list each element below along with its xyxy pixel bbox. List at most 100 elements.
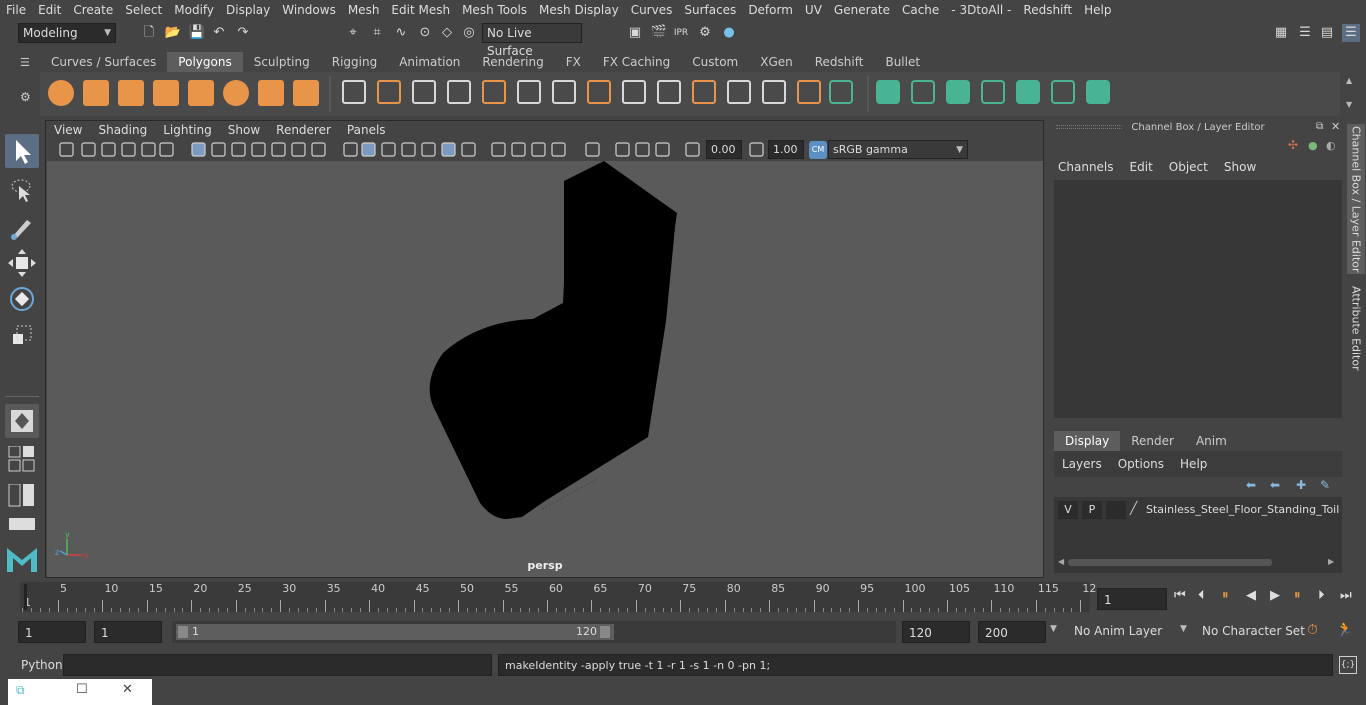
layer-list-scrollbar[interactable]: ◀ ▶ xyxy=(1058,557,1338,569)
layer-type-toggle[interactable] xyxy=(1106,501,1126,519)
viewport-tool-30-icon[interactable] xyxy=(749,142,764,157)
transform-axis-icon[interactable]: ✣ xyxy=(1288,138,1298,152)
layout-icon[interactable]: ☰ xyxy=(1296,24,1314,42)
go-to-start-icon[interactable]: ⏮ xyxy=(1174,588,1186,603)
snap-surface-icon[interactable]: ◎ xyxy=(460,24,478,42)
scene-start-field[interactable]: 1 xyxy=(18,621,86,643)
anim-layer-dropdown[interactable]: ▼ No Anim Layer xyxy=(1050,624,1192,642)
menu-mesh-display[interactable]: Mesh Display xyxy=(533,3,625,17)
viewport-tool-26-icon[interactable] xyxy=(615,142,630,157)
poly-plane-icon[interactable] xyxy=(188,80,214,106)
layer-menu-help[interactable]: Help xyxy=(1172,457,1215,471)
redo-icon[interactable]: ↷ xyxy=(234,24,252,42)
prev-key-icon[interactable]: ⏸ xyxy=(1222,588,1229,603)
viewport-tool-16-icon[interactable] xyxy=(381,142,396,157)
shelf-tool-2-icon[interactable] xyxy=(876,80,900,104)
menu-file[interactable]: File xyxy=(0,3,32,17)
viewport-tool-21-icon[interactable] xyxy=(491,142,506,157)
layer-menu-options[interactable]: Options xyxy=(1110,457,1172,471)
color-management-icon[interactable]: CM xyxy=(809,141,827,159)
open-scene-icon[interactable]: 📂 xyxy=(164,24,182,42)
layer-row[interactable]: V P ╱ Stainless_Steel_Floor_Standing_Toi… xyxy=(1058,501,1340,519)
shelf-scroll-down-icon[interactable]: ▼ xyxy=(1346,100,1352,109)
tab-channel-box[interactable]: Channel Box / Layer Editor xyxy=(1347,124,1365,274)
viewport-tool-14-icon[interactable] xyxy=(343,142,358,157)
menu-select[interactable]: Select xyxy=(119,3,168,17)
layer-visibility-toggle[interactable]: V xyxy=(1058,501,1078,519)
range-slider[interactable]: 1 120 xyxy=(172,621,896,643)
mirror-icon[interactable] xyxy=(517,80,541,104)
menu-cache[interactable]: Cache xyxy=(896,3,945,17)
viewport-menu-lighting[interactable]: Lighting xyxy=(155,123,220,137)
scroll-right-icon[interactable]: ▶ xyxy=(1328,557,1334,566)
shelf-tool-7-icon[interactable] xyxy=(1051,80,1075,104)
play-forward-icon[interactable]: ▶ xyxy=(1270,588,1280,603)
extract-icon[interactable] xyxy=(412,80,436,104)
shelf-tab-curves-surfaces[interactable]: Curves / Surfaces xyxy=(40,52,167,72)
range-start-handle[interactable] xyxy=(178,626,188,638)
shelf-tool-6-icon[interactable] xyxy=(1016,80,1040,104)
viewport-menu-panels[interactable]: Panels xyxy=(339,123,394,137)
menu-generate[interactable]: Generate xyxy=(828,3,896,17)
menu-edit[interactable]: Edit xyxy=(32,3,67,17)
playback-end-field[interactable]: 120 xyxy=(902,621,970,643)
viewport-menu-renderer[interactable]: Renderer xyxy=(268,123,339,137)
range-slider-bar[interactable]: 1 120 xyxy=(176,624,614,640)
viewport-tool-13-icon[interactable] xyxy=(311,142,326,157)
viewport-tool-19-icon[interactable] xyxy=(441,142,456,157)
viewport-tool-25-icon[interactable] xyxy=(585,142,600,157)
scroll-left-icon[interactable]: ◀ xyxy=(1058,557,1064,566)
app-window-icon[interactable]: ⧉ xyxy=(16,683,25,698)
layer-playback-toggle[interactable]: P xyxy=(1082,501,1102,519)
snap-view-icon[interactable]: ◇ xyxy=(438,24,456,42)
smooth-icon[interactable] xyxy=(447,80,471,104)
poly-cylinder-icon[interactable] xyxy=(118,80,144,106)
script-editor-icon[interactable]: {;} xyxy=(1339,656,1357,674)
shelf-tool-4-icon[interactable] xyxy=(946,80,970,104)
shelf-tab-redshift[interactable]: Redshift xyxy=(804,52,875,72)
viewport-tool-17-icon[interactable] xyxy=(401,142,416,157)
menu-mesh[interactable]: Mesh xyxy=(342,3,386,17)
time-slider[interactable]: 1 5 10 15 20 25 30 35 40 45 50 55 60 65 70 75 80 85 90 95 10… xyxy=(20,582,1096,612)
shelf-tab-rigging[interactable]: Rigging xyxy=(321,52,388,72)
layout-stack-icon[interactable] xyxy=(8,518,36,532)
auto-key-icon[interactable]: ⏱ xyxy=(1307,622,1318,638)
channel-toggle-icon[interactable]: ● xyxy=(1308,139,1318,152)
shelf-tab-fx[interactable]: FX xyxy=(555,52,592,72)
scale-tool[interactable] xyxy=(5,318,39,352)
scene-end-field[interactable]: 200 xyxy=(978,621,1046,643)
menu-redshift[interactable]: Redshift xyxy=(1017,3,1078,17)
menu-create[interactable]: Create xyxy=(67,3,119,17)
attribute-editor-icon[interactable]: ☰ xyxy=(1342,24,1360,42)
separate-icon[interactable] xyxy=(377,80,401,104)
gamma-field[interactable]: 1.00 xyxy=(768,140,804,159)
shelf-tool-1-icon[interactable] xyxy=(829,80,853,104)
hypershade-icon[interactable]: ● xyxy=(720,24,738,42)
soft-select-tool[interactable] xyxy=(5,404,39,438)
float-panel-icon[interactable]: ⧉ xyxy=(1316,121,1323,132)
render-frame-icon[interactable]: 🎬 xyxy=(650,24,668,42)
render-settings-icon[interactable]: ⚙ xyxy=(696,24,714,42)
layer-tab-anim[interactable]: Anim xyxy=(1184,431,1238,451)
shelf-menu-icon[interactable]: ☰ xyxy=(20,56,36,70)
menu-display[interactable]: Display xyxy=(220,3,276,17)
insert-loop-icon[interactable] xyxy=(762,80,786,104)
channel-menu-edit[interactable]: Edit xyxy=(1122,160,1161,174)
move-tool[interactable] xyxy=(5,246,39,280)
viewport-menu-show[interactable]: Show xyxy=(220,123,268,137)
undo-icon[interactable]: ↶ xyxy=(210,24,228,42)
viewport-tool-28-icon[interactable] xyxy=(655,142,670,157)
viewport-tool-27-icon[interactable] xyxy=(635,142,650,157)
shelf-tab-xgen[interactable]: XGen xyxy=(749,52,804,72)
poly-cone-icon[interactable] xyxy=(153,80,179,106)
edge-loop-icon[interactable] xyxy=(727,80,751,104)
poly-cube-icon[interactable] xyxy=(83,80,109,106)
channel-menu-object[interactable]: Object xyxy=(1161,160,1216,174)
render-view-icon[interactable]: ▣ xyxy=(626,24,644,42)
viewport-canvas[interactable]: x y z persp xyxy=(47,161,1043,577)
viewport-menu-shading[interactable]: Shading xyxy=(90,123,155,137)
poly-pipe-icon[interactable] xyxy=(293,80,319,106)
shelf-tab-animation[interactable]: Animation xyxy=(388,52,471,72)
shelf-settings-icon[interactable]: ⚙ xyxy=(20,90,36,104)
bridge-icon[interactable] xyxy=(587,80,611,104)
